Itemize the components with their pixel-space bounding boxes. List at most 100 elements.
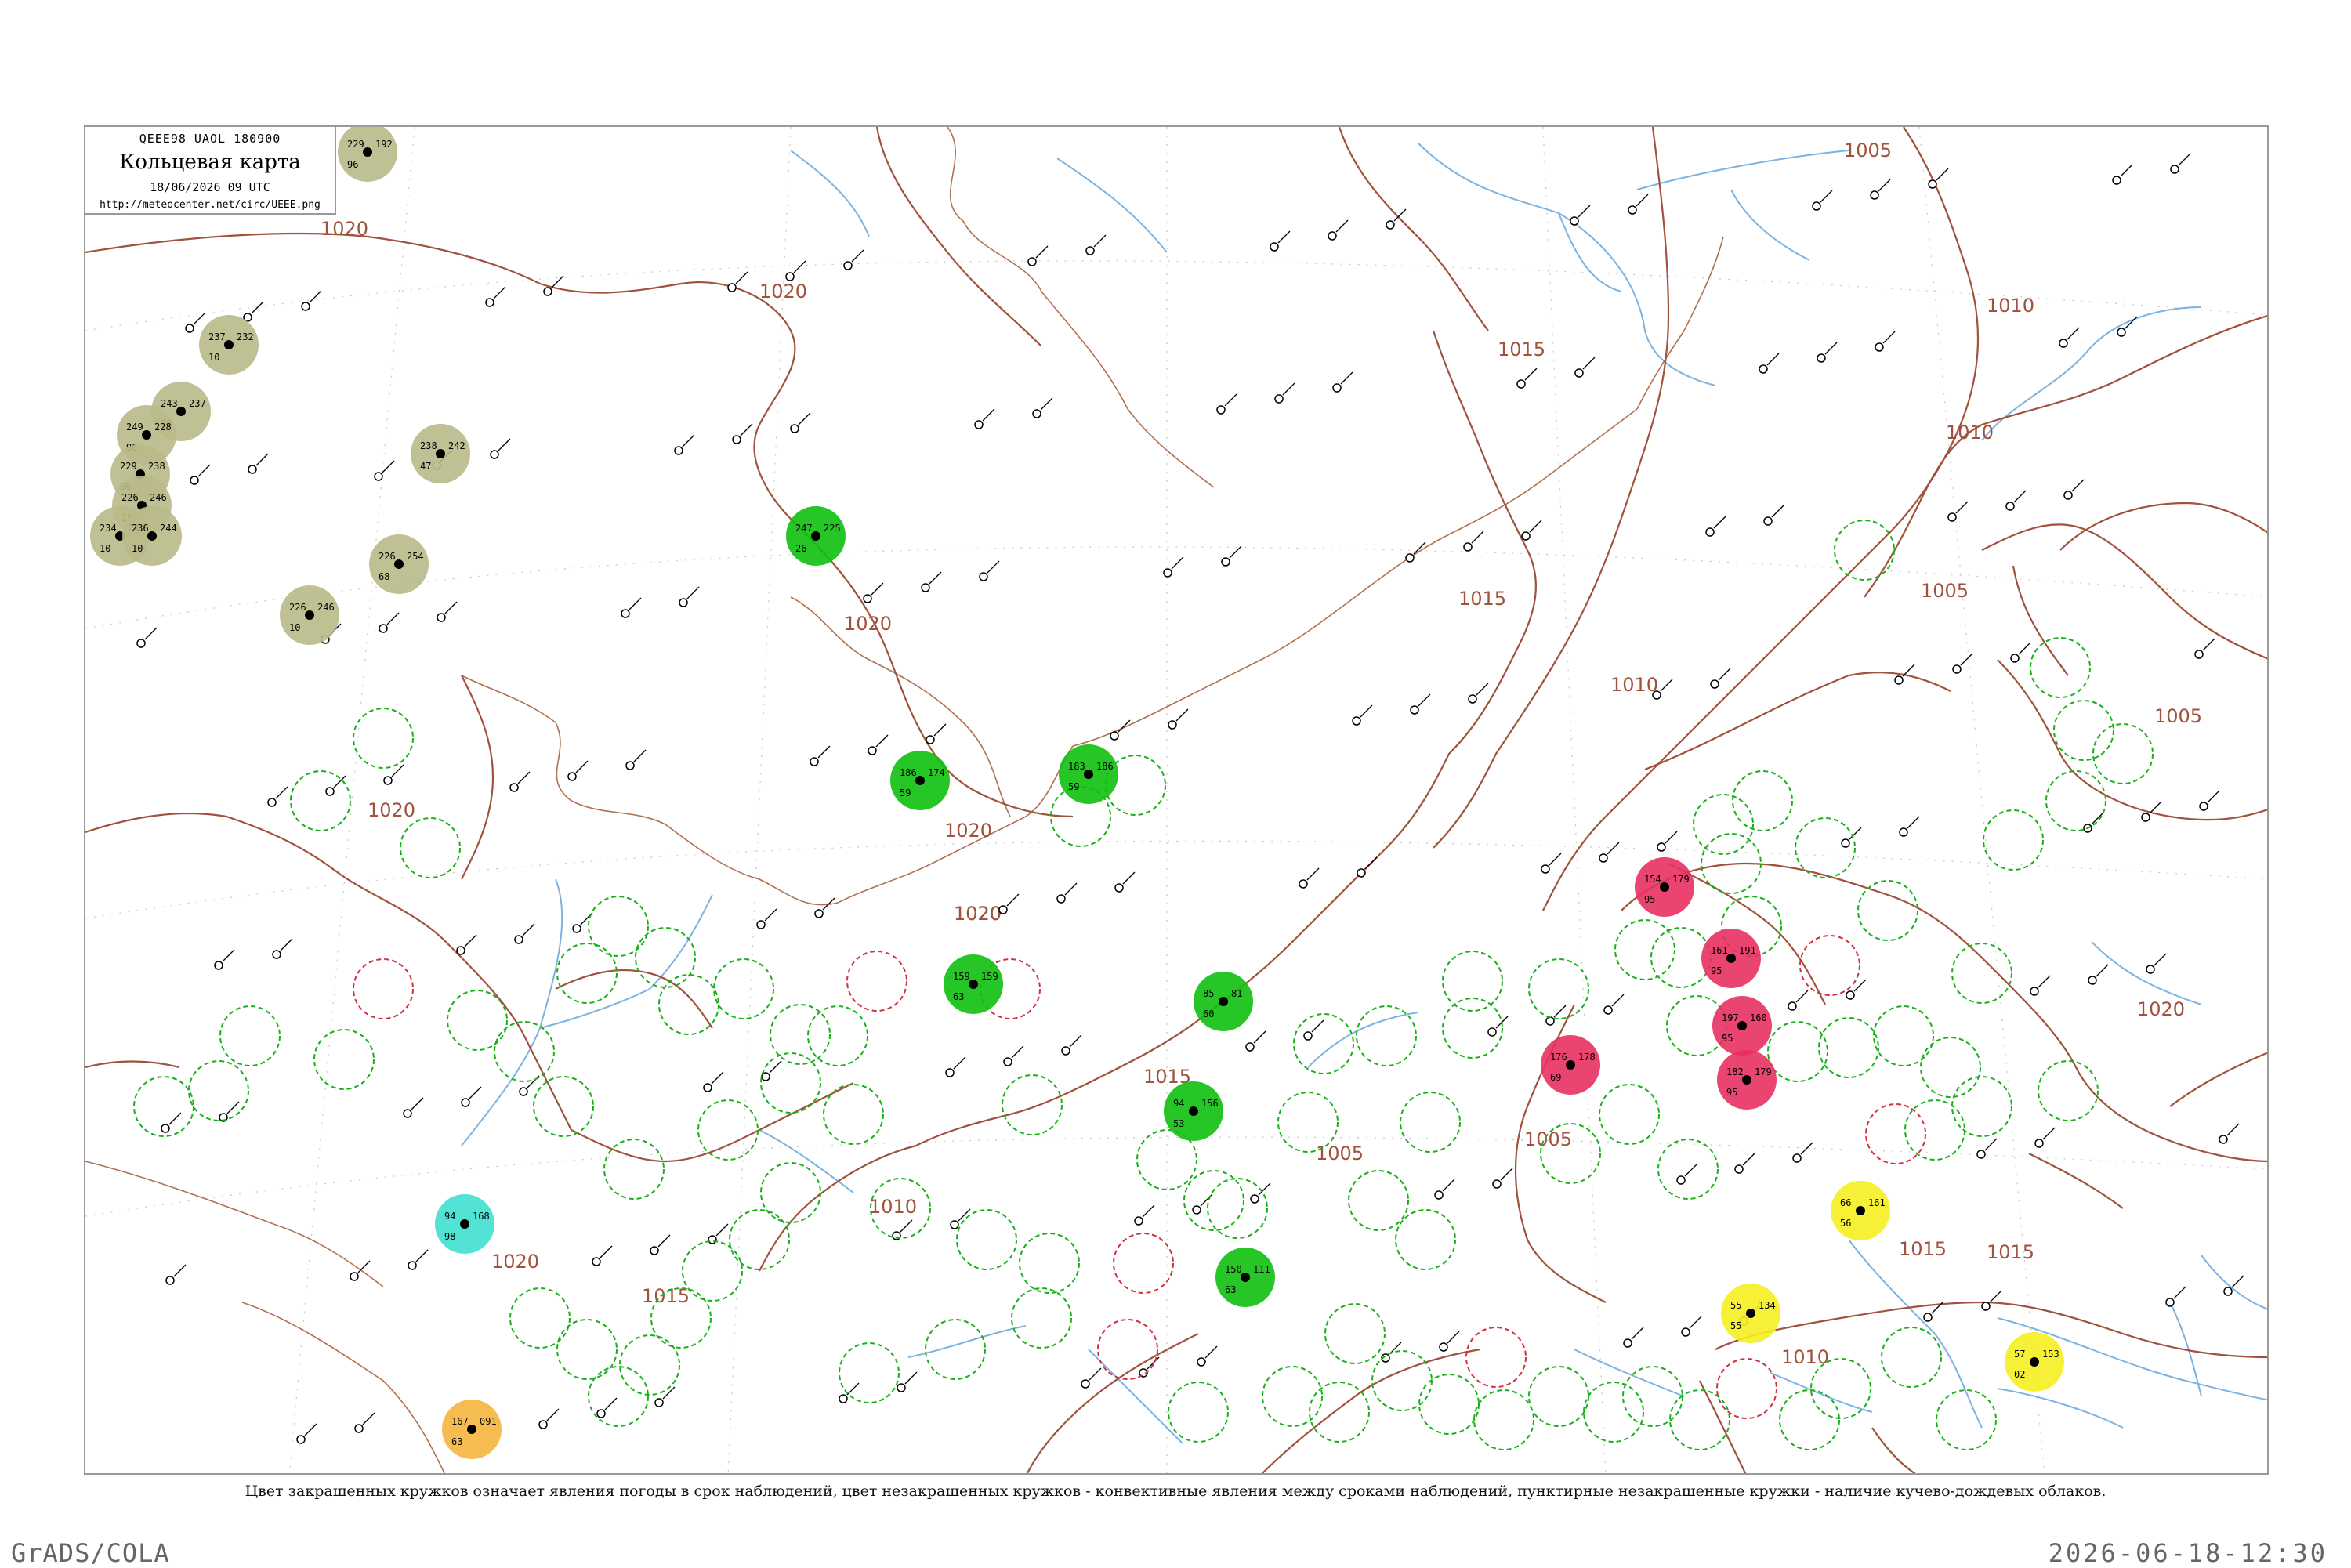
station-marker <box>756 920 766 929</box>
wind-barb <box>846 1382 860 1396</box>
weather-code: 96 <box>347 159 358 170</box>
pressure-value: 179 <box>1672 874 1690 885</box>
station-marker <box>214 961 223 970</box>
station-plot <box>703 1071 724 1092</box>
wind-barb <box>493 286 506 299</box>
cumulonimbus-ring <box>713 958 774 1019</box>
station-circle-rain: 247 225 26 <box>786 506 846 566</box>
station-marker <box>1134 1216 1143 1226</box>
wind-barb <box>1766 353 1780 366</box>
isobar-label: 1015 <box>1498 339 1545 360</box>
station-marker <box>654 1398 664 1407</box>
station-plot <box>1434 1179 1455 1200</box>
legend-caption: Цвет закрашенных кружков означает явлени… <box>245 1483 2106 1500</box>
cumulonimbus-ring <box>1400 1092 1461 1153</box>
station-marker <box>1742 1075 1751 1085</box>
station-marker <box>1357 868 1366 878</box>
station-marker <box>2223 1287 2233 1296</box>
wind-barb <box>2207 790 2220 803</box>
station-circle-rain: 159 159 63 <box>944 954 1003 1014</box>
station-marker <box>1245 1042 1255 1052</box>
pressure-value: 174 <box>928 767 945 778</box>
station-plot <box>490 438 511 459</box>
wind-barb <box>1742 1153 1755 1166</box>
temperature-value: 182 <box>1726 1066 1744 1077</box>
station-marker <box>1603 1005 1613 1015</box>
station-circle-rain: 186 174 59 <box>890 751 950 810</box>
temperature-value: 243 <box>161 398 178 409</box>
station-marker <box>674 446 683 455</box>
cumulonimbus-ring <box>760 1162 821 1223</box>
station-plot <box>2063 479 2085 500</box>
station-marker <box>1788 1001 1797 1011</box>
wind-barb <box>222 949 235 962</box>
station-plot <box>1846 979 1867 1000</box>
station-plot <box>1657 831 1678 852</box>
weather-code: 02 <box>2014 1369 2025 1380</box>
station-marker <box>1085 246 1095 255</box>
station-marker <box>1746 1309 1755 1318</box>
station-marker <box>1081 1379 1090 1389</box>
station-plot <box>1875 331 1896 352</box>
wind-barb <box>740 423 753 436</box>
station-marker <box>354 1424 364 1433</box>
wind-barb <box>1800 1142 1813 1155</box>
wind-barb <box>1689 1316 1702 1329</box>
station-marker <box>2219 1135 2228 1144</box>
station-plot <box>1492 1168 1513 1189</box>
station-marker <box>394 559 404 569</box>
isobar-label: 1010 <box>1946 422 1994 444</box>
cumulonimbus-ring <box>697 1099 759 1161</box>
wind-barb <box>1253 1030 1266 1044</box>
station-marker <box>1705 527 1715 537</box>
wind-barb <box>1955 501 1969 514</box>
station-marker <box>921 583 930 592</box>
station-plot <box>674 434 695 455</box>
wind-barb <box>933 723 947 737</box>
station-circle-thunder: 182 179 95 <box>1717 1050 1777 1110</box>
station-plot <box>1599 842 1620 863</box>
wind-barb <box>1447 1331 1460 1344</box>
pressure-value: 153 <box>2042 1349 2059 1360</box>
cumulonimbus-ring <box>1183 1170 1244 1231</box>
station-plot <box>625 749 647 770</box>
station-marker <box>2063 491 2073 500</box>
wind-barb <box>900 1219 913 1233</box>
station-marker <box>1221 557 1230 567</box>
station-plot <box>621 597 642 618</box>
cumulonimbus-ring <box>353 958 414 1019</box>
wind-barb <box>517 771 531 784</box>
wind-barb <box>415 1249 429 1262</box>
station-plot <box>1332 371 1353 393</box>
station-plot <box>165 1264 187 1285</box>
wind-barb <box>2042 1127 2056 1140</box>
wind-barb <box>1224 393 1237 407</box>
station-marker <box>1299 879 1308 889</box>
wind-barb <box>629 597 642 610</box>
isobar-label: 1010 <box>869 1196 917 1218</box>
wind-barb <box>1035 245 1049 259</box>
cumulonimbus-ring <box>1881 1327 1942 1388</box>
temperature-value: 66 <box>1840 1197 1851 1208</box>
station-marker <box>1487 1027 1497 1037</box>
temperature-value: 226 <box>121 492 139 503</box>
cumulonimbus-ring <box>1657 1139 1719 1200</box>
station-marker <box>2117 328 2126 337</box>
wind-barb <box>953 1056 966 1070</box>
station-marker <box>1875 342 1884 352</box>
station-plot <box>514 923 535 944</box>
station-plot <box>1841 827 1862 848</box>
station-marker <box>897 1383 906 1392</box>
cumulonimbus-ring <box>1324 1303 1386 1364</box>
pressure-value: 178 <box>1578 1052 1596 1063</box>
wind-barb <box>2226 1123 2240 1136</box>
station-marker <box>1241 1273 1250 1282</box>
temperature-value: 236 <box>132 523 149 534</box>
cumulonimbus-ring <box>1113 1233 1174 1294</box>
station-plot <box>2112 164 2133 185</box>
station-marker <box>490 450 499 459</box>
wind-barb <box>1306 867 1320 881</box>
weather-code: 95 <box>1644 894 1655 905</box>
station-plot <box>248 453 269 474</box>
wind-barb <box>958 1208 971 1222</box>
